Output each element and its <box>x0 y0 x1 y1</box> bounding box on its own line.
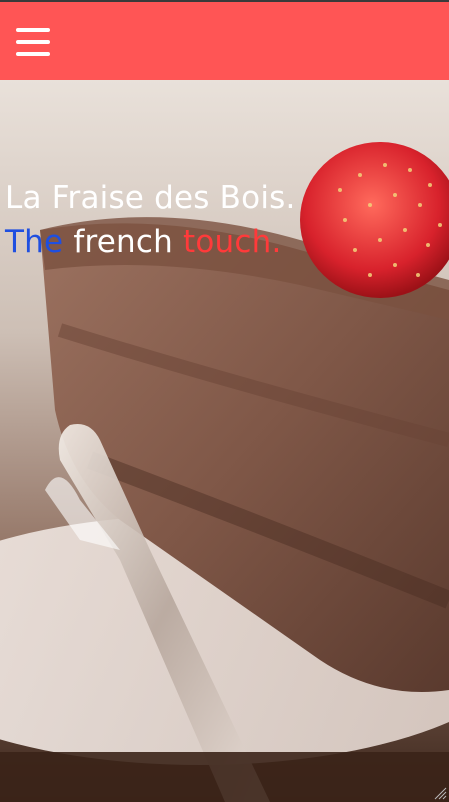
hero-headline: La Fraise des Bois. The french touch. <box>5 176 296 264</box>
menu-bar-top <box>16 28 50 32</box>
app-page: La Fraise des Bois. The french touch. <box>0 0 449 802</box>
resize-grip-icon[interactable] <box>433 786 447 800</box>
hero-title: La Fraise des Bois. <box>5 180 296 216</box>
hamburger-menu-icon[interactable] <box>14 24 52 60</box>
tagline-word-french: french <box>73 224 173 260</box>
top-border <box>0 0 449 2</box>
hero-tagline: The french touch. <box>5 220 296 264</box>
menu-bar-middle <box>16 40 50 44</box>
navbar <box>0 2 449 80</box>
tagline-word-touch: touch. <box>182 224 282 260</box>
menu-bar-bottom <box>16 52 50 56</box>
tagline-word-the: The <box>5 224 64 260</box>
